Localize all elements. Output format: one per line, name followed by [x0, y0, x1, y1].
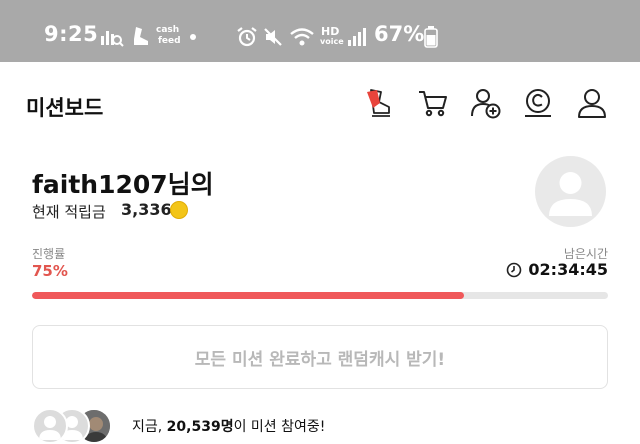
participants-prefix: 지금,: [132, 419, 163, 435]
status-bar: 9:25 cash feed HD voice 67%: [0, 0, 640, 62]
random-cash-button[interactable]: 모든 미션 완료하고 랜덤캐시 받기!: [32, 325, 608, 389]
status-time: 9:25: [44, 22, 99, 46]
header: 미션보드: [0, 62, 640, 144]
battery-icon: [424, 26, 438, 48]
progress-value: 75%: [32, 262, 68, 280]
alarm-icon: [237, 27, 257, 47]
default-avatar-icon: [549, 172, 592, 216]
battery-percent: 67%: [374, 22, 425, 46]
page-title: 미션보드: [26, 96, 104, 120]
progress-fill: [32, 292, 464, 299]
timer-value: 02:34:45: [528, 260, 608, 279]
add-friend-icon: [471, 89, 501, 119]
clock-icon: [507, 262, 522, 277]
mission-shoe-button[interactable]: [362, 86, 396, 120]
cash-coin-button[interactable]: [521, 86, 555, 120]
voice-label: voice: [320, 37, 344, 46]
cash-label: cash: [156, 25, 180, 35]
feed-label: feed: [158, 36, 181, 46]
chart-search-icon: [101, 31, 124, 47]
cash-coin-icon: [525, 89, 551, 117]
participants-text: 지금, 20,539명이 미션 참여중!: [132, 416, 325, 436]
mission-shoe-icon: [367, 89, 390, 117]
profile-button[interactable]: [575, 86, 609, 120]
points-value: 3,336: [121, 200, 172, 219]
wifi-icon: [290, 28, 314, 46]
cart-icon: [419, 91, 447, 117]
add-friend-button[interactable]: [469, 86, 503, 120]
cart-button[interactable]: [416, 86, 450, 120]
timer: 02:34:45: [506, 260, 608, 279]
avatar[interactable]: [535, 156, 606, 227]
participants-count: 20,539명: [166, 419, 234, 435]
participant-avatar: [32, 408, 68, 444]
random-cash-label: 모든 미션 완료하고 랜덤캐시 받기!: [194, 349, 446, 370]
participants-suffix: 이 미션 참여중!: [233, 419, 326, 435]
username: faith1207님의: [32, 170, 214, 199]
signal-icon: [348, 28, 366, 46]
participants-row: 지금, 20,539명이 미션 참여중!: [32, 408, 632, 444]
cashfeed-app-icon: [134, 27, 148, 45]
notification-dot: [190, 34, 196, 40]
mute-icon: [264, 28, 282, 46]
progress-label: 진행률: [32, 247, 66, 261]
profile-icon: [578, 89, 606, 118]
points-label: 현재 적립금: [32, 203, 106, 221]
coin-icon: [170, 201, 188, 219]
progress-bar: [32, 292, 608, 299]
